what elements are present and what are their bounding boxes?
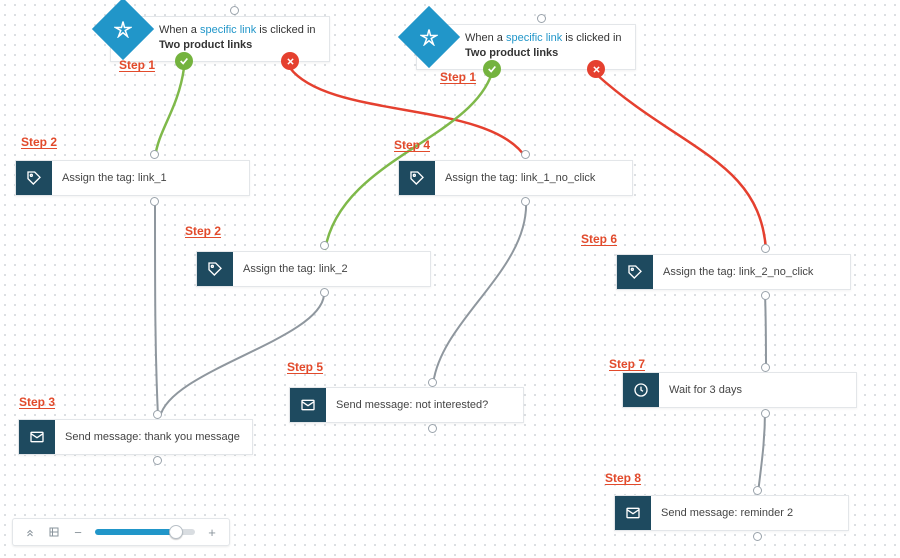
action-label: Wait for 3 days [659, 373, 742, 407]
step-label: Step 4 [394, 138, 430, 152]
port[interactable] [521, 150, 530, 159]
step-label: Step 2 [21, 135, 57, 149]
mail-icon [615, 496, 651, 530]
workflow-canvas[interactable]: When a specific link is clicked in Two p… [0, 0, 900, 558]
trigger-text: When a specific link is clicked in Two p… [465, 25, 627, 61]
step-label: Step 2 [185, 224, 221, 238]
branch-no-icon[interactable] [587, 60, 605, 78]
port[interactable] [753, 532, 762, 541]
action-label: Assign the tag: link_2_no_click [653, 255, 813, 289]
mail-icon [290, 388, 326, 422]
step-label: Step 1 [119, 58, 155, 72]
port[interactable] [428, 424, 437, 433]
action-assign-tag[interactable]: Assign the tag: link_2 [196, 251, 431, 287]
port[interactable] [428, 378, 437, 387]
step-label: Step 3 [19, 395, 55, 409]
zoom-slider-knob[interactable] [169, 525, 183, 539]
branch-yes-icon[interactable] [175, 52, 193, 70]
port[interactable] [537, 14, 546, 23]
action-label: Send message: not interested? [326, 388, 488, 422]
mail-icon [19, 420, 55, 454]
port[interactable] [753, 486, 762, 495]
port[interactable] [521, 197, 530, 206]
branch-yes-icon[interactable] [483, 60, 501, 78]
port[interactable] [153, 456, 162, 465]
step-label: Step 6 [581, 232, 617, 246]
port[interactable] [761, 291, 770, 300]
port[interactable] [320, 241, 329, 250]
port[interactable] [153, 410, 162, 419]
action-label: Send message: reminder 2 [651, 496, 793, 530]
trigger-icon [92, 0, 154, 60]
tag-icon [197, 252, 233, 286]
port[interactable] [320, 288, 329, 297]
trigger-icon [398, 6, 460, 68]
zoom-in-button[interactable]: + [205, 525, 219, 539]
action-send-message[interactable]: Send message: reminder 2 [614, 495, 849, 531]
action-assign-tag[interactable]: Assign the tag: link_1 [15, 160, 250, 196]
zoom-toolbar: − + [12, 518, 230, 546]
tag-icon [16, 161, 52, 195]
fit-icon[interactable] [47, 525, 61, 539]
action-label: Assign the tag: link_1_no_click [435, 161, 595, 195]
action-label: Assign the tag: link_1 [52, 161, 167, 195]
port[interactable] [761, 363, 770, 372]
action-wait[interactable]: Wait for 3 days [622, 372, 857, 408]
port[interactable] [230, 6, 239, 15]
action-assign-tag[interactable]: Assign the tag: link_2_no_click [616, 254, 851, 290]
step-label: Step 7 [609, 357, 645, 371]
step-label: Step 8 [605, 471, 641, 485]
step-label: Step 5 [287, 360, 323, 374]
port[interactable] [761, 409, 770, 418]
port[interactable] [761, 244, 770, 253]
port[interactable] [150, 197, 159, 206]
action-send-message[interactable]: Send message: not interested? [289, 387, 524, 423]
action-send-message[interactable]: Send message: thank you message [18, 419, 253, 455]
port[interactable] [150, 150, 159, 159]
action-assign-tag[interactable]: Assign the tag: link_1_no_click [398, 160, 633, 196]
tag-icon [399, 161, 435, 195]
step-label: Step 1 [440, 70, 476, 84]
clock-icon [623, 373, 659, 407]
action-label: Assign the tag: link_2 [233, 252, 348, 286]
tag-icon [617, 255, 653, 289]
action-label: Send message: thank you message [55, 420, 240, 454]
zoom-slider[interactable] [95, 529, 195, 535]
zoom-out-button[interactable]: − [71, 525, 85, 539]
collapse-icon[interactable] [23, 525, 37, 539]
branch-no-icon[interactable] [281, 52, 299, 70]
trigger-text: When a specific link is clicked in Two p… [159, 17, 321, 53]
